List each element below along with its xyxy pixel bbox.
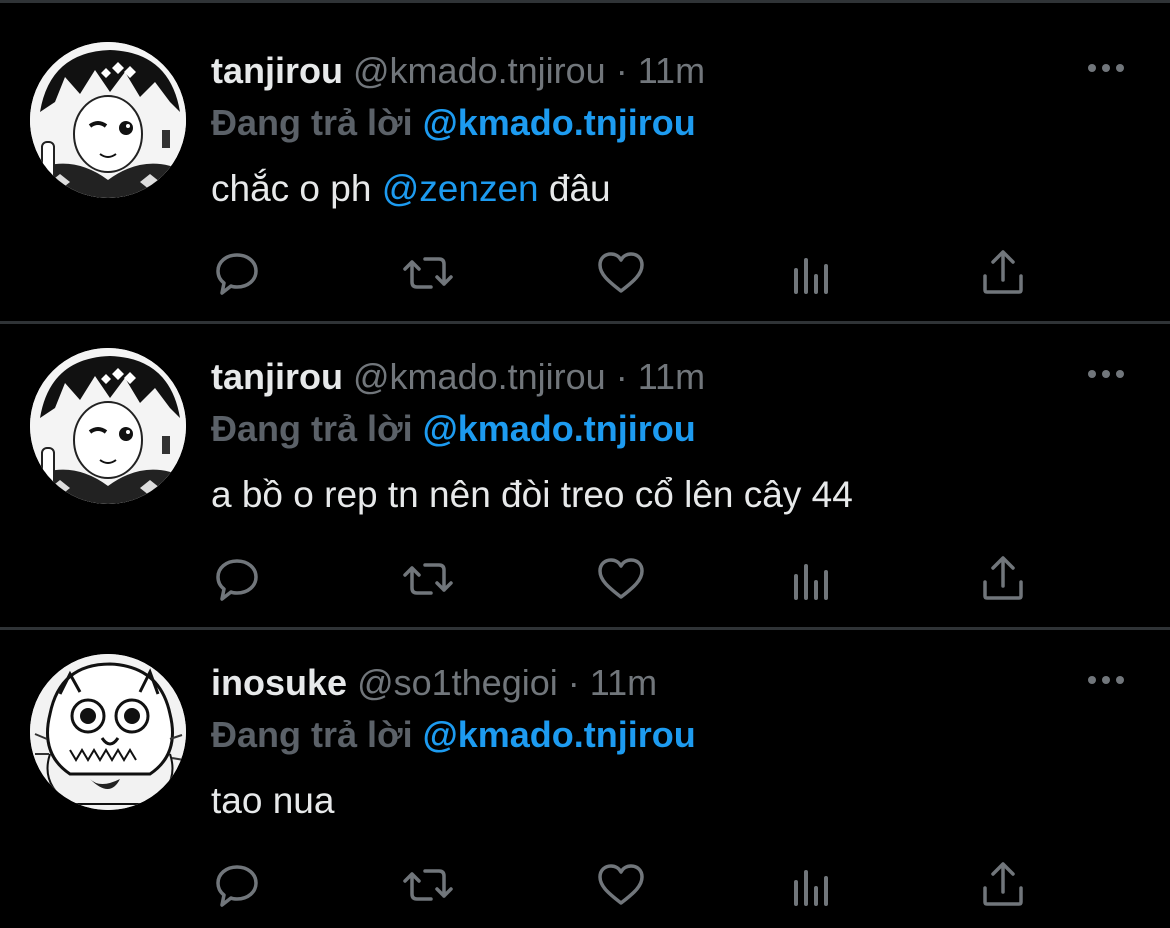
share-icon[interactable] (976, 246, 1030, 300)
display-name[interactable]: tanjirou (211, 356, 343, 397)
inosuke-avatar-icon (30, 654, 186, 810)
tweet-header: tanjirou @kmado.tnjirou · 11m (211, 48, 705, 94)
reply-to-user-link[interactable]: @kmado.tnjirou (423, 714, 696, 755)
more-options-icon[interactable] (1086, 670, 1126, 690)
tanjirou-avatar-icon (30, 42, 186, 198)
timestamp[interactable]: 11m (638, 356, 705, 397)
tweet[interactable]: tanjirou @kmado.tnjirou · 11m Đang trả l… (0, 0, 1170, 324)
reply-icon[interactable] (210, 552, 264, 606)
tweet-header: inosuke @so1thegioi · 11m (211, 660, 657, 706)
username[interactable]: @so1thegioi (357, 662, 558, 703)
tweet-text-part: a bồ o rep tn nên đòi treo cổ lên cây 44 (211, 474, 853, 515)
reply-to-user-link[interactable]: @kmado.tnjirou (423, 102, 696, 143)
display-name[interactable]: tanjirou (211, 50, 343, 91)
reply-icon[interactable] (210, 858, 264, 912)
reply-prefix: Đang trả lời (211, 714, 413, 755)
tweet[interactable]: inosuke @so1thegioi · 11m Đang trả lời @… (0, 612, 1170, 918)
tweet-text-part: đâu (538, 168, 611, 209)
like-icon[interactable] (594, 552, 648, 606)
share-icon[interactable] (976, 552, 1030, 606)
reply-prefix: Đang trả lời (211, 408, 413, 449)
separator-dot: · (615, 50, 628, 91)
tanjirou-avatar-icon (30, 348, 186, 504)
tweet-text-part: tao nua (211, 780, 335, 821)
reply-context: Đang trả lời @kmado.tnjirou (211, 712, 696, 758)
retweet-icon[interactable] (401, 552, 455, 606)
tweet-text: a bồ o rep tn nên đòi treo cổ lên cây 44 (211, 472, 853, 518)
share-icon[interactable] (976, 858, 1030, 912)
reply-to-user-link[interactable]: @kmado.tnjirou (423, 408, 696, 449)
display-name[interactable]: inosuke (211, 662, 347, 703)
reply-context: Đang trả lời @kmado.tnjirou (211, 100, 696, 146)
views-icon[interactable] (786, 552, 840, 606)
avatar[interactable] (30, 348, 186, 504)
tweet-text-part: chắc o ph (211, 168, 382, 209)
avatar[interactable] (30, 42, 186, 198)
separator-dot: · (615, 356, 628, 397)
username[interactable]: @kmado.tnjirou (353, 356, 606, 397)
username[interactable]: @kmado.tnjirou (353, 50, 606, 91)
mention-link[interactable]: @zenzen (382, 168, 539, 209)
views-icon[interactable] (786, 858, 840, 912)
tweet-header: tanjirou @kmado.tnjirou · 11m (211, 354, 705, 400)
tweet-actions (0, 246, 1170, 306)
views-icon[interactable] (786, 246, 840, 300)
more-options-icon[interactable] (1086, 364, 1126, 384)
tweet-text: tao nua (211, 778, 334, 824)
like-icon[interactable] (594, 246, 648, 300)
reply-prefix: Đang trả lời (211, 102, 413, 143)
retweet-icon[interactable] (401, 858, 455, 912)
separator-dot: · (567, 662, 580, 703)
like-icon[interactable] (594, 858, 648, 912)
tweet[interactable]: tanjirou @kmado.tnjirou · 11m Đang trả l… (0, 306, 1170, 630)
reply-context: Đang trả lời @kmado.tnjirou (211, 406, 696, 452)
timestamp[interactable]: 11m (638, 50, 705, 91)
avatar[interactable] (30, 654, 186, 810)
more-options-icon[interactable] (1086, 58, 1126, 78)
retweet-icon[interactable] (401, 246, 455, 300)
reply-icon[interactable] (210, 246, 264, 300)
tweet-feed: tanjirou @kmado.tnjirou · 11m Đang trả l… (0, 0, 1170, 928)
timestamp[interactable]: 11m (590, 662, 657, 703)
tweet-actions (0, 858, 1170, 918)
tweet-actions (0, 552, 1170, 612)
tweet-text: chắc o ph @zenzen đâu (211, 166, 611, 212)
